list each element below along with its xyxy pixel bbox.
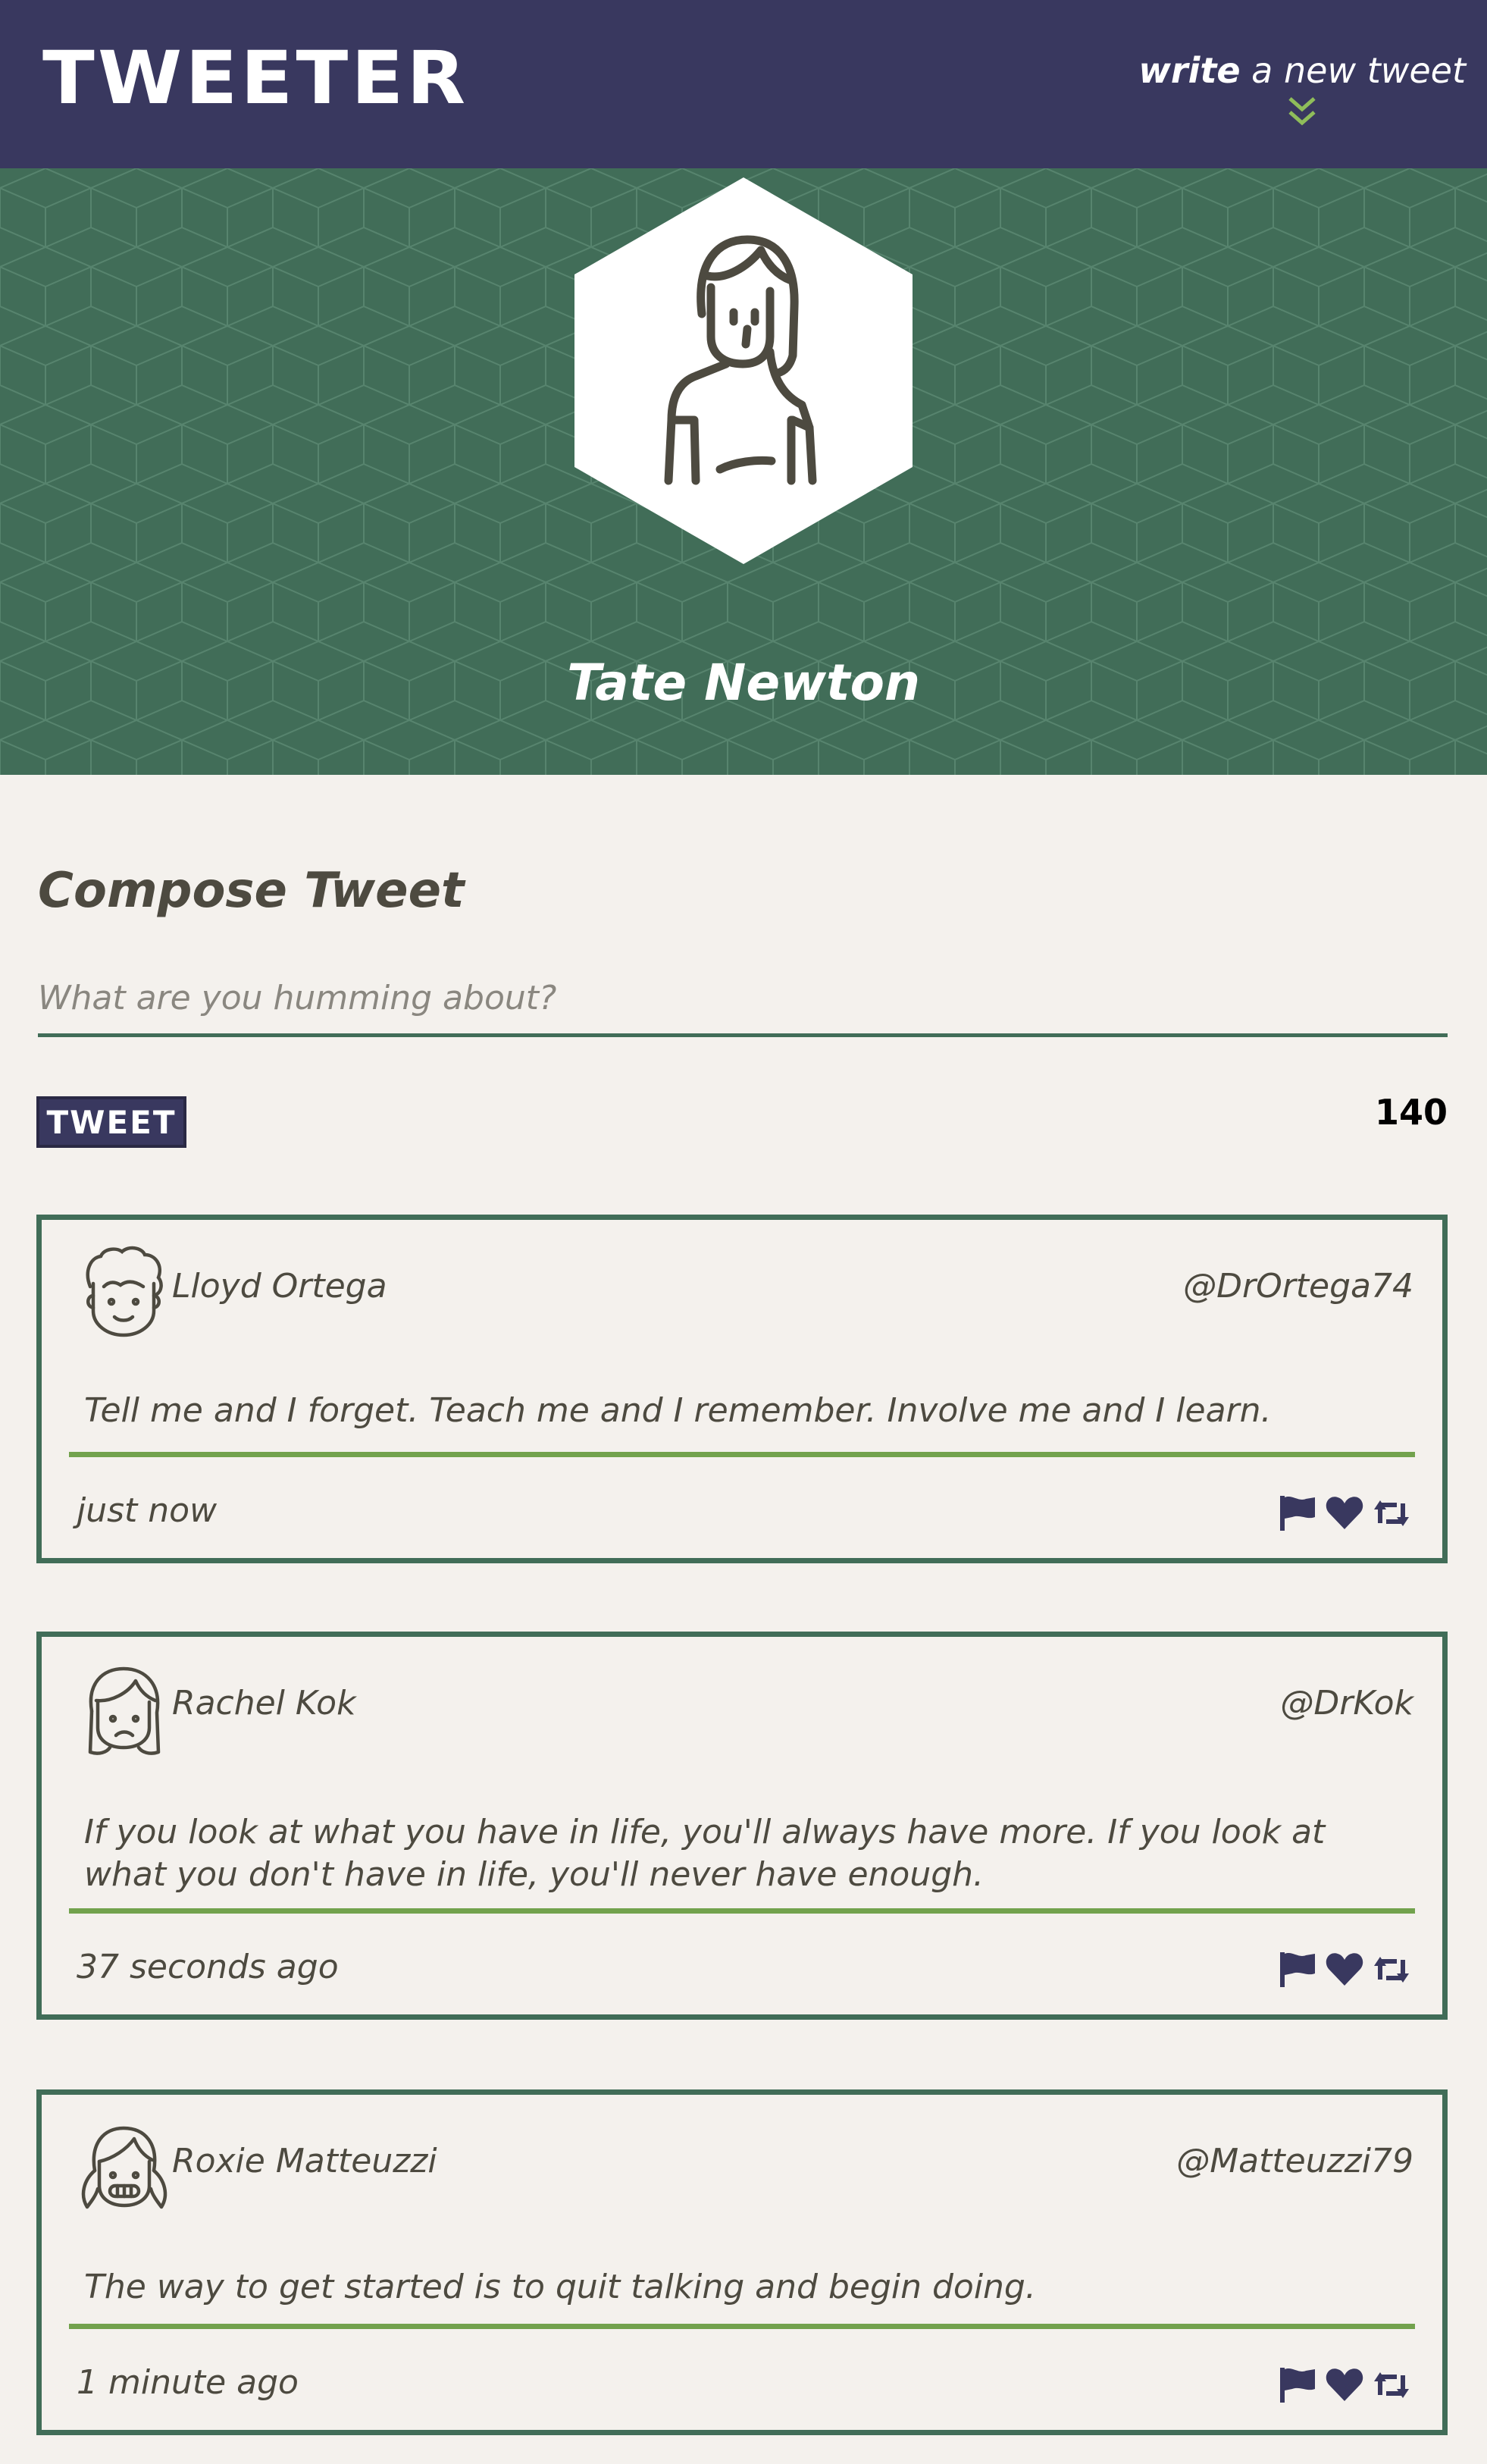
tweet-timestamp: just now	[77, 1491, 218, 1530]
retweet-icon[interactable]	[1371, 1949, 1412, 1990]
tweet-author-handle: @DrOrtega74	[1183, 1267, 1413, 1306]
tweet-actions	[1277, 1493, 1412, 1534]
tweet-timestamp: 37 seconds ago	[77, 1948, 339, 1986]
retweet-icon[interactable]	[1371, 2365, 1412, 2406]
tweet-author-name: Rachel Kok	[172, 1684, 356, 1723]
tweet-text: If you look at what you have in life, yo…	[84, 1813, 1326, 1894]
tweet-author-handle: @DrKok	[1280, 1684, 1413, 1723]
write-new-tweet-toggle[interactable]: write a new tweet	[1138, 50, 1466, 129]
app-logo[interactable]: TWEETER	[42, 36, 468, 120]
pigtails-girl-avatar-icon	[81, 2126, 167, 2209]
retweet-icon[interactable]	[1371, 1493, 1412, 1534]
flag-icon[interactable]	[1277, 1493, 1318, 1534]
profile-header: Tate Newton	[0, 168, 1487, 775]
tweet-text: The way to get started is to quit talkin…	[84, 2268, 1036, 2306]
flag-icon[interactable]	[1277, 2365, 1318, 2406]
tweet-author-handle: @Matteuzzi79	[1176, 2142, 1413, 2180]
tweet-divider	[69, 2324, 1415, 2329]
tweet-actions	[1277, 1949, 1412, 1990]
tweet-card: Roxie Matteuzzi @Matteuzzi79 The way to …	[36, 2089, 1448, 2435]
compose-title: Compose Tweet	[38, 863, 465, 919]
write-new-tweet-label: write a new tweet	[1138, 50, 1466, 91]
tweet-text: Tell me and I forget. Teach me and I rem…	[84, 1391, 1272, 1430]
tweet-divider	[69, 1452, 1415, 1457]
tweet-author-name: Roxie Matteuzzi	[172, 2142, 437, 2180]
top-nav: TWEETER write a new tweet	[0, 0, 1487, 168]
tweet-button[interactable]: TWEET	[36, 1096, 186, 1148]
profile-avatar	[574, 177, 913, 564]
tweet-timestamp: 1 minute ago	[77, 2363, 299, 2402]
woman-avatar-icon	[88, 1666, 161, 1755]
heart-icon[interactable]	[1324, 2365, 1365, 2406]
tweet-divider	[69, 1908, 1415, 1914]
tweet-author-name: Lloyd Ortega	[172, 1267, 387, 1306]
curly-hair-man-avatar-icon	[86, 1246, 163, 1337]
tweet-card: Rachel Kok @DrKok If you look at what yo…	[36, 1632, 1448, 2020]
tweet-textarea[interactable]	[38, 963, 1448, 1037]
double-chevron-down-icon	[1288, 97, 1316, 126]
profile-name: Tate Newton	[567, 654, 920, 712]
heart-icon[interactable]	[1324, 1949, 1365, 1990]
tweet-card: Lloyd Ortega @DrOrtega74 Tell me and I f…	[36, 1215, 1448, 1563]
flag-icon[interactable]	[1277, 1949, 1318, 1990]
tweet-actions	[1277, 2365, 1412, 2406]
heart-icon[interactable]	[1324, 1493, 1365, 1534]
character-counter: 140	[1374, 1092, 1448, 1133]
